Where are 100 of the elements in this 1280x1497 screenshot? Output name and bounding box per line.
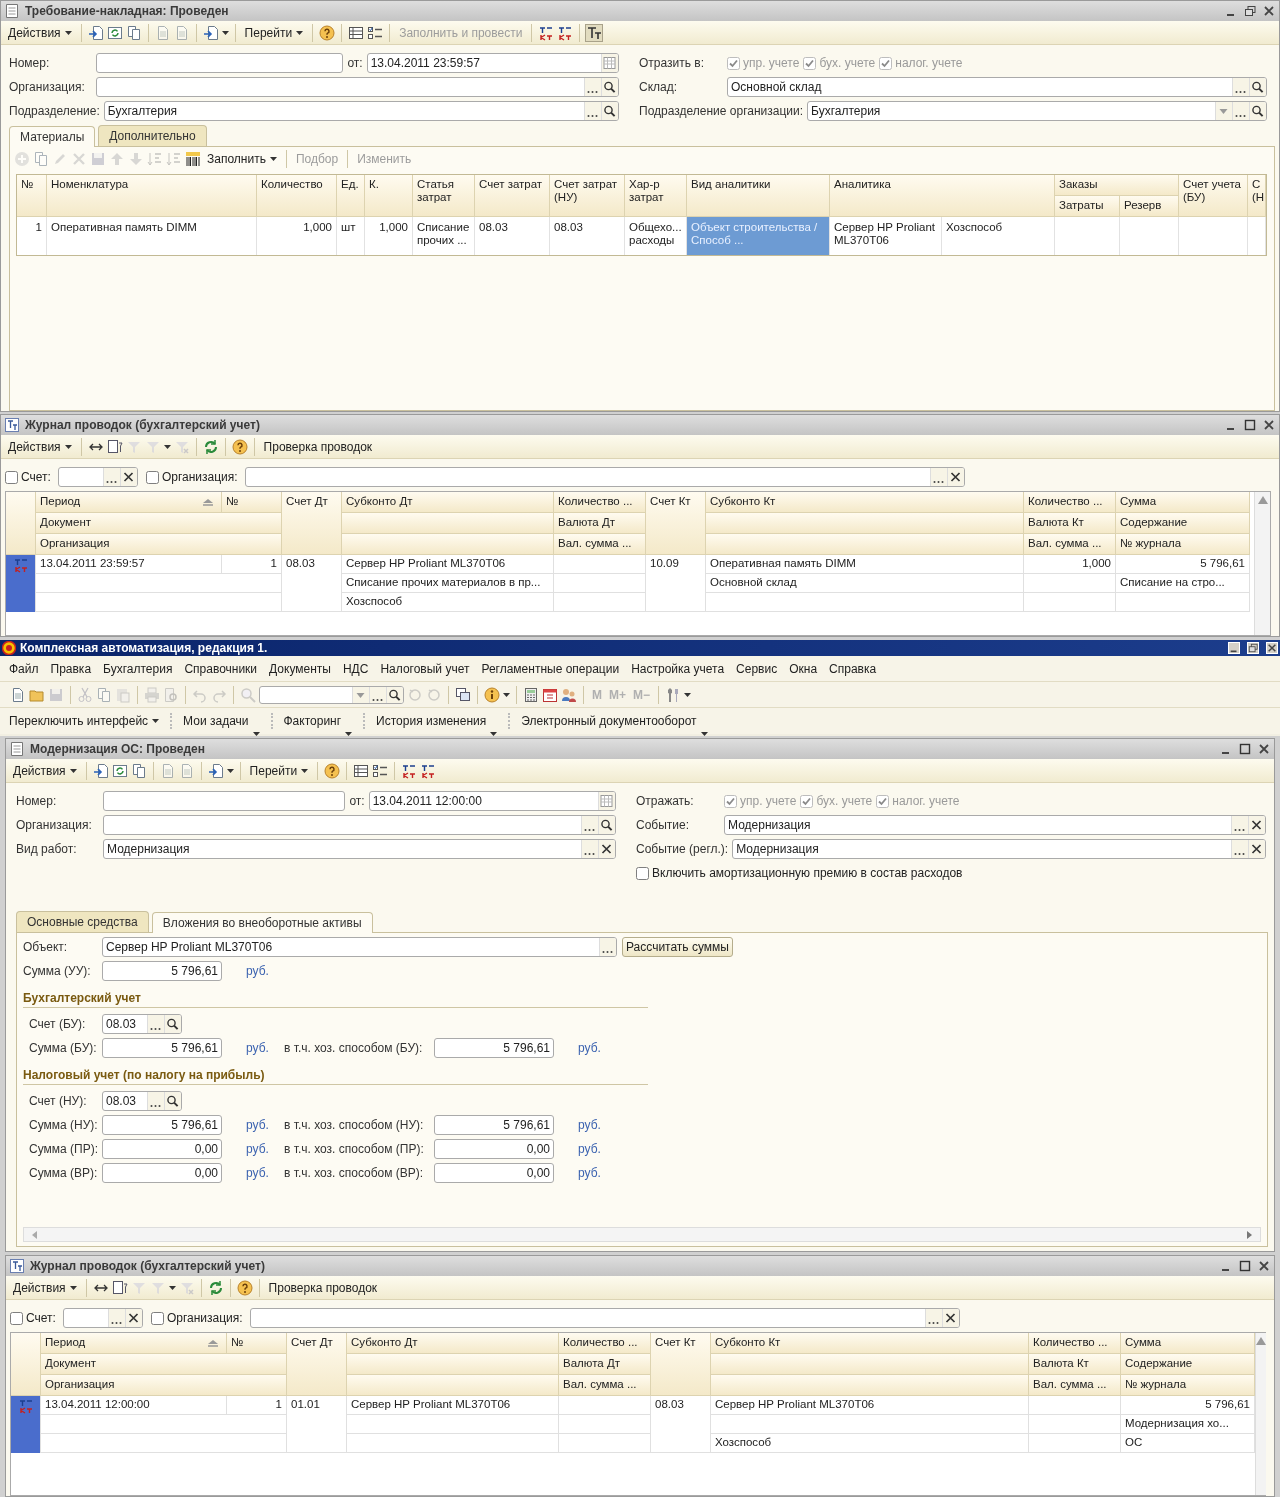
clear-button[interactable] bbox=[1248, 840, 1265, 858]
menu-item[interactable]: Справочники bbox=[183, 661, 259, 676]
table-icon[interactable] bbox=[353, 762, 370, 779]
clear-button[interactable] bbox=[947, 468, 964, 486]
windows-icon[interactable] bbox=[455, 686, 471, 703]
minimize-button[interactable] bbox=[1228, 642, 1240, 654]
calendar-button[interactable] bbox=[601, 54, 618, 72]
column-header[interactable]: Вал. сумма ... bbox=[554, 534, 646, 555]
column-header[interactable]: Вал. сумма ... bbox=[1024, 534, 1116, 555]
input-field[interactable] bbox=[103, 791, 346, 811]
column-header[interactable]: Количество ... bbox=[1029, 1333, 1121, 1354]
dropdown-button[interactable] bbox=[352, 686, 369, 703]
info-icon[interactable] bbox=[484, 686, 500, 703]
column-header[interactable]: Период bbox=[41, 1333, 227, 1354]
column-header[interactable]: Субконто Дт bbox=[347, 1333, 559, 1354]
input-field[interactable] bbox=[103, 815, 616, 835]
column-header[interactable]: Хар-р затрат bbox=[625, 175, 687, 217]
column-header[interactable]: Аналитика bbox=[830, 175, 1055, 217]
column-header[interactable]: С (Н bbox=[1248, 175, 1266, 217]
input-field[interactable]: 08.03 bbox=[102, 1014, 182, 1034]
column-header[interactable]: Организация bbox=[36, 534, 282, 555]
scroll-up-icon[interactable] bbox=[1256, 1337, 1266, 1345]
document-arrow-icon[interactable] bbox=[92, 762, 109, 779]
input-field[interactable]: 5 796,61 bbox=[102, 961, 222, 981]
column-header[interactable]: Счет Дт bbox=[287, 1333, 347, 1396]
column-header[interactable]: Содержание bbox=[1116, 513, 1250, 534]
input-field[interactable]: 0,00 bbox=[102, 1139, 222, 1159]
column-header[interactable]: Валюта Дт bbox=[554, 513, 646, 534]
column-header[interactable]: Субконто Кт bbox=[706, 492, 1024, 513]
column-header[interactable]: Заказы bbox=[1055, 175, 1179, 196]
copy-icon[interactable] bbox=[96, 686, 112, 703]
column-header[interactable]: Субконто Дт bbox=[342, 492, 554, 513]
menu-item[interactable]: Окна bbox=[788, 661, 819, 676]
input-field[interactable]: 13.04.2011 23:59:57 bbox=[366, 53, 619, 73]
column-header[interactable]: Период bbox=[36, 492, 222, 513]
column-header[interactable]: Валюта Кт bbox=[1029, 1354, 1121, 1375]
input-field[interactable] bbox=[96, 77, 619, 97]
document-icon[interactable] bbox=[10, 686, 26, 703]
column-header[interactable]: Документ bbox=[41, 1354, 287, 1375]
column-header[interactable]: Организация bbox=[41, 1375, 287, 1396]
filter-icon[interactable] bbox=[106, 438, 123, 455]
panel-button[interactable]: Электронный документооборот bbox=[518, 713, 711, 729]
column-header[interactable]: Ед. bbox=[337, 175, 365, 217]
menu-item[interactable]: Справка bbox=[828, 661, 878, 676]
menu-button[interactable]: Перейти bbox=[241, 24, 307, 41]
menu-button[interactable]: Действия bbox=[5, 24, 75, 41]
column-header[interactable]: Количество ... bbox=[554, 492, 646, 513]
input-field[interactable]: 5 796,61 bbox=[102, 1115, 222, 1135]
document-arrow-icon[interactable] bbox=[202, 24, 219, 41]
ledger-icon[interactable] bbox=[420, 762, 437, 779]
tab[interactable]: Дополнительно bbox=[98, 125, 207, 146]
calendar-button[interactable] bbox=[598, 792, 615, 810]
input-field[interactable]: 13.04.2011 12:00:00 bbox=[368, 791, 616, 811]
input-field[interactable]: Бухгалтерия bbox=[807, 101, 1267, 121]
scrollbar[interactable] bbox=[1255, 1333, 1266, 1495]
column-header[interactable]: Номенклатура bbox=[47, 175, 257, 217]
input-field[interactable]: 0,00 bbox=[434, 1139, 554, 1159]
panel-button[interactable]: История изменения bbox=[373, 713, 501, 729]
close-button[interactable] bbox=[1263, 419, 1275, 431]
calculate-button[interactable]: Рассчитать суммы bbox=[622, 937, 733, 957]
close-button[interactable] bbox=[1263, 5, 1275, 17]
sort-icon[interactable] bbox=[202, 498, 214, 507]
column-header[interactable]: Документ bbox=[36, 513, 282, 534]
column-header[interactable]: Счет Кт bbox=[651, 1333, 711, 1396]
maximize-button[interactable] bbox=[1244, 419, 1256, 431]
close-button[interactable] bbox=[1266, 642, 1278, 654]
calculator-icon[interactable] bbox=[523, 686, 539, 703]
menu-item[interactable]: Регламентные операции bbox=[480, 661, 621, 676]
ledger-icon[interactable] bbox=[538, 24, 555, 41]
input-field[interactable] bbox=[96, 53, 344, 73]
search-button[interactable] bbox=[1249, 102, 1266, 120]
input-field[interactable] bbox=[57, 467, 138, 487]
barcode-icon[interactable] bbox=[185, 151, 201, 167]
input-field[interactable]: 0,00 bbox=[102, 1163, 222, 1183]
input-field[interactable] bbox=[62, 1308, 143, 1328]
input-field[interactable] bbox=[249, 1308, 960, 1328]
menu-button[interactable]: Действия bbox=[10, 1279, 80, 1296]
filter-icon[interactable] bbox=[111, 1279, 128, 1296]
column-header[interactable]: Статья затрат bbox=[413, 175, 475, 217]
column-header[interactable]: Вал. сумма ... bbox=[559, 1375, 651, 1396]
column-header[interactable]: Сумма bbox=[1121, 1333, 1255, 1354]
search-button[interactable] bbox=[1249, 78, 1266, 96]
clear-button[interactable] bbox=[1248, 816, 1265, 834]
scroll-left-icon[interactable] bbox=[30, 1229, 40, 1240]
input-field[interactable]: Бухгалтерия bbox=[103, 101, 619, 121]
menu-item[interactable]: Налоговый учет bbox=[379, 661, 471, 676]
input-field[interactable]: 08.03 bbox=[102, 1091, 182, 1111]
column-header[interactable]: Счет учета (БУ) bbox=[1179, 175, 1248, 217]
column-header[interactable]: Счет затрат (НУ) bbox=[550, 175, 625, 217]
document-arrow-icon[interactable] bbox=[87, 24, 104, 41]
toolbar-button[interactable]: Проверка проводок bbox=[265, 1279, 381, 1296]
input-field[interactable]: Модернизация bbox=[103, 839, 616, 859]
column-header[interactable]: К. bbox=[365, 175, 413, 217]
tab[interactable]: Основные средства bbox=[16, 911, 149, 932]
column-header[interactable]: № bbox=[17, 175, 47, 217]
tab[interactable]: Материалы bbox=[9, 126, 96, 147]
column-header[interactable]: № журнала bbox=[1116, 534, 1250, 555]
restore-button[interactable] bbox=[1247, 642, 1259, 654]
table-icon[interactable] bbox=[348, 24, 365, 41]
column-header[interactable]: Содержание bbox=[1121, 1354, 1255, 1375]
